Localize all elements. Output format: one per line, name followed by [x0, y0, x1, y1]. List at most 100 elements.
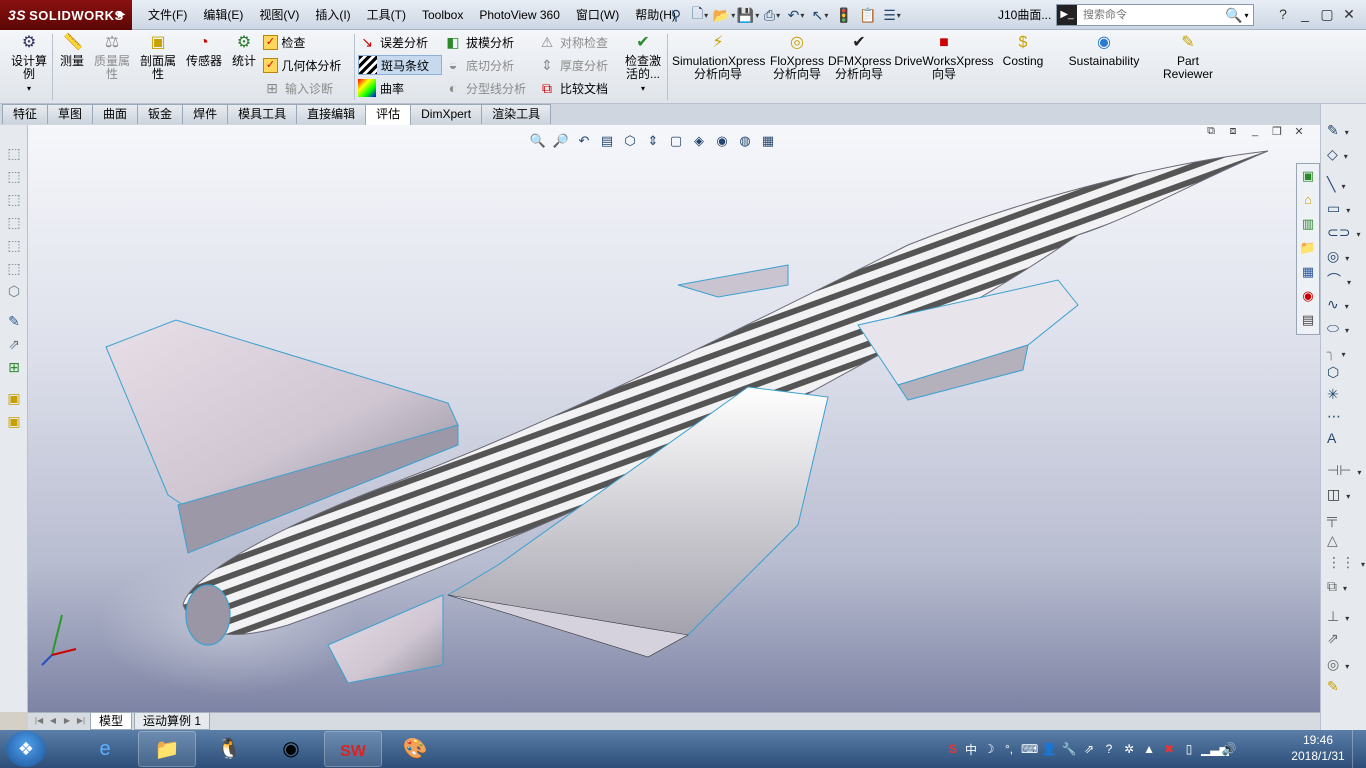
tab-sheet-metal[interactable]: 钣金 — [137, 104, 184, 124]
sensor-button[interactable]: ◔ 传感器 — [182, 34, 226, 68]
import-diagnosis-button[interactable]: ⊞ 输入诊断 — [263, 78, 333, 98]
centerline-icon[interactable]: ⋯ — [1327, 406, 1361, 426]
device-icon[interactable]: ▯ — [1181, 742, 1197, 756]
show-desktop-button[interactable] — [1352, 730, 1366, 768]
taskbar-paint[interactable]: 🎨 — [386, 731, 444, 767]
help-circle-icon[interactable]: ? — [1101, 742, 1117, 756]
design-study-button[interactable]: ⚙ 设计算例 ▾ — [8, 34, 50, 95]
user-icon[interactable]: 👤 — [1041, 742, 1057, 756]
tab-dimxpert[interactable]: DimXpert — [410, 104, 483, 124]
view-palette-icon[interactable]: ▦ — [1298, 262, 1318, 282]
parting-line-analysis-button[interactable]: ◐ 分型线分析 — [444, 78, 526, 98]
home-icon[interactable]: ⌂ — [1298, 190, 1318, 210]
taskbar-qq[interactable]: 🐧 — [200, 731, 258, 767]
offset-icon[interactable]: ◫ ▾ — [1327, 484, 1361, 504]
layer-2-icon[interactable]: ▣ — [6, 413, 22, 429]
draft-analysis-button[interactable]: ◧ 拔模分析 — [444, 32, 514, 52]
mass-properties-button[interactable]: ⚖ 质量属性 — [90, 34, 134, 81]
first-tab-icon[interactable]: |◀ — [32, 713, 46, 730]
taskbar-solidworks[interactable]: SW — [324, 731, 382, 767]
dfmxpress-button[interactable]: ✔ DFMXpress 分析向导 — [828, 34, 891, 81]
tab-render-tools[interactable]: 渲染工具 — [481, 104, 552, 124]
menu-photoview[interactable]: PhotoView 360 — [471, 0, 568, 30]
costing-button[interactable]: $ Costing — [996, 34, 1050, 68]
slot-icon[interactable]: ⊂⊃ ▾ — [1327, 222, 1361, 242]
menu-tools[interactable]: 工具(T) — [359, 0, 414, 30]
custom-properties-icon[interactable]: ▤ — [1298, 310, 1318, 330]
menu-toolbox[interactable]: Toolbox — [414, 0, 471, 30]
rectangle-icon[interactable]: ▭ ▾ — [1327, 198, 1361, 218]
punctuation-icon[interactable]: °, — [1001, 742, 1017, 756]
tab-model[interactable]: 模型 — [90, 713, 133, 730]
symmetry-check-button[interactable]: ⚠ 对称检查 — [538, 32, 608, 52]
taskbar-explorer[interactable]: 📁 — [138, 731, 196, 767]
undo-icon[interactable]: ↶ ▾ — [784, 4, 808, 26]
search-dropdown-icon[interactable]: ▾ — [1244, 11, 1248, 20]
keyboard-icon[interactable]: ⌨ — [1021, 742, 1038, 756]
taskbar-ie[interactable]: e — [76, 731, 134, 767]
clock[interactable]: 19:46 2018/1/31 — [1290, 732, 1346, 764]
network-icon[interactable]: ✖ — [1161, 742, 1177, 756]
trim-icon[interactable]: ╤ — [1327, 508, 1361, 528]
prev-tab-icon[interactable]: ◀ — [46, 713, 60, 730]
check-button[interactable]: ✓ 检查 — [263, 32, 305, 52]
revolve-icon[interactable]: ⬚ — [6, 168, 22, 184]
ellipse-icon[interactable]: ⬭ ▾ — [1327, 318, 1361, 338]
aircraft-model[interactable] — [28, 125, 1320, 712]
simulationxpress-button[interactable]: ⚡ SimulationXpress 分析向导 — [672, 34, 765, 81]
sketch-icon[interactable]: ✎ ▾ — [1327, 120, 1361, 140]
smart-dimension-icon[interactable]: ⇗ — [6, 336, 22, 352]
tab-evaluate[interactable]: 评估 — [365, 104, 412, 125]
line-icon[interactable]: ╲ ▾ — [1327, 174, 1361, 194]
statistics-button[interactable]: ⚙ 统计 — [228, 34, 260, 68]
floxpress-button[interactable]: ◎ FloXpress 分析向导 — [768, 34, 826, 81]
search-input[interactable] — [1083, 9, 1223, 21]
moon-icon[interactable]: ☽ — [981, 742, 997, 756]
save-icon[interactable]: 💾 ▾ — [736, 4, 760, 26]
tab-direct-editing[interactable]: 直接编辑 — [296, 104, 367, 124]
file-properties-icon[interactable]: 📋 — [856, 4, 880, 26]
thickness-analysis-button[interactable]: ⇕ 厚度分析 — [538, 55, 608, 75]
tab-mold-tools[interactable]: 模具工具 — [227, 104, 298, 124]
signal-icon[interactable]: ▁▃▅ — [1201, 742, 1229, 756]
tab-motion-study[interactable]: 运动算例 1 — [134, 713, 211, 730]
part-reviewer-button[interactable]: ✎ Part Reviewer — [1160, 34, 1216, 81]
arc-icon[interactable]: ⌒ ▾ — [1327, 270, 1361, 290]
text-icon[interactable]: A — [1327, 428, 1361, 448]
quick-snaps-icon[interactable]: ◎ ▾ — [1327, 654, 1361, 674]
logo-arrow-icon[interactable]: ▶ — [118, 0, 126, 30]
relations-icon[interactable]: ⊞ — [6, 359, 22, 375]
external-link-icon[interactable]: ⇗ — [1081, 742, 1097, 756]
sogou-icon[interactable]: S — [945, 742, 961, 756]
tray-expand-icon[interactable]: ▲ — [1141, 742, 1157, 756]
search-icon[interactable]: 🔍 — [1225, 7, 1242, 24]
menu-insert[interactable]: 插入(I) — [307, 0, 358, 30]
menu-view[interactable]: 视图(V) — [251, 0, 307, 30]
select-arrow-icon[interactable]: ↖ ▾ — [808, 4, 832, 26]
compare-documents-button[interactable]: ⧉ 比较文档 — [538, 78, 608, 98]
search-commands-box[interactable]: ▶_ 🔍 ▾ — [1056, 4, 1254, 26]
pattern-icon[interactable]: ⋮⋮ ▾ — [1327, 552, 1365, 572]
pin-icon[interactable]: ⚲ — [664, 4, 688, 26]
tab-weldments[interactable]: 焊件 — [182, 104, 229, 124]
file-explorer-icon[interactable]: 📁 — [1298, 238, 1318, 258]
menu-edit[interactable]: 编辑(E) — [195, 0, 251, 30]
tab-sketch[interactable]: 草图 — [47, 104, 94, 124]
deviation-analysis-button[interactable]: ↘ 误差分析 — [358, 32, 428, 52]
taskbar-chrome[interactable]: ◉ — [262, 731, 320, 767]
driveworksxpress-button[interactable]: ■ DriveWorksXpress 向导 — [894, 34, 994, 81]
dimension-icon[interactable]: ◇ ▾ — [1327, 144, 1361, 164]
help-icon[interactable]: ? — [1272, 2, 1294, 26]
shell-icon[interactable]: ⬡ — [6, 283, 22, 299]
appearances-icon[interactable]: ◉ — [1298, 286, 1318, 306]
mirror-icon[interactable]: ⊣⊢ ▾ — [1327, 460, 1361, 480]
spline-icon[interactable]: ∿ ▾ — [1327, 294, 1361, 314]
settings-icon[interactable]: ✲ — [1121, 742, 1137, 756]
wrench-icon[interactable]: 🔧 — [1061, 742, 1077, 756]
open-folder-icon[interactable]: 📂 ▾ — [712, 4, 736, 26]
print-icon[interactable]: ⎙ ▾ — [760, 4, 784, 26]
polygon-icon[interactable]: ⬡ — [1327, 362, 1361, 382]
fillet-icon[interactable]: ╮ ▾ — [1327, 342, 1361, 362]
next-tab-icon[interactable]: ▶ — [60, 713, 74, 730]
tab-features[interactable]: 特征 — [2, 104, 49, 124]
